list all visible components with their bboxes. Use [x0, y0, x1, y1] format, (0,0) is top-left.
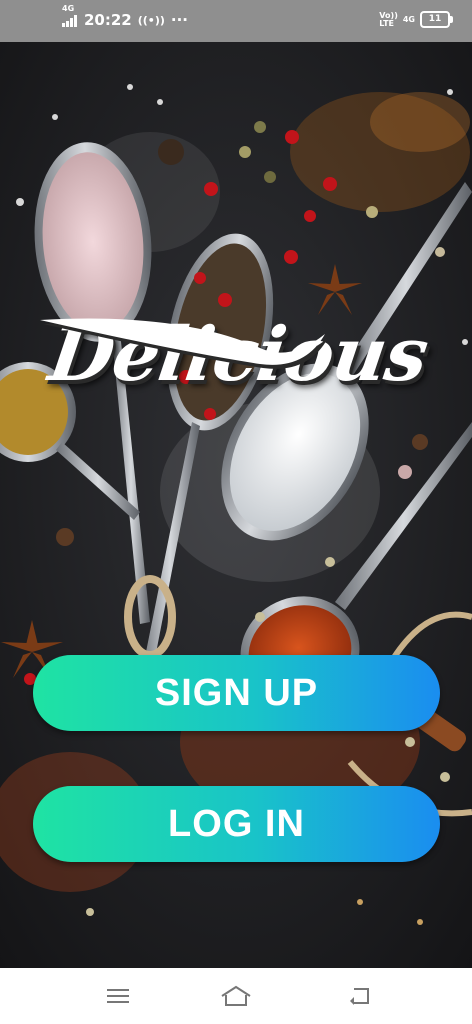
home-button[interactable]: [216, 982, 256, 1010]
sign-up-button[interactable]: SIGN UP: [33, 655, 440, 731]
logo-swoosh: [40, 318, 328, 369]
log-in-label: LOG IN: [168, 802, 305, 845]
log-in-button[interactable]: LOG IN: [33, 786, 440, 862]
signal-icon: 4G: [62, 5, 78, 29]
menu-icon: [107, 989, 129, 1003]
network-type-left: 4G: [62, 4, 75, 13]
sign-up-label: SIGN UP: [154, 671, 319, 714]
delicious-logo: Delicious: [40, 312, 440, 502]
back-button[interactable]: [340, 982, 380, 1010]
wifi-calling-icon: ((•)): [137, 13, 165, 27]
network-type-right: 4G: [402, 15, 415, 24]
status-bar: 4G 20:22 ((•)) ··· Vo)) LTE 4G 11: [0, 0, 472, 42]
more-notifications-icon: ···: [170, 11, 188, 29]
status-right: Vo)) LTE 4G 11: [379, 10, 453, 28]
volte-indicator: Vo)) LTE: [379, 10, 398, 28]
status-left: 4G 20:22 ((•)) ···: [62, 5, 188, 29]
clock: 20:22: [84, 11, 132, 29]
back-icon: [350, 988, 369, 1005]
home-icon: [221, 985, 251, 1006]
battery-icon: 11: [420, 11, 453, 28]
system-navigation-bar: [0, 968, 472, 1024]
battery-level: 11: [428, 14, 442, 24]
menu-button[interactable]: [98, 982, 138, 1010]
